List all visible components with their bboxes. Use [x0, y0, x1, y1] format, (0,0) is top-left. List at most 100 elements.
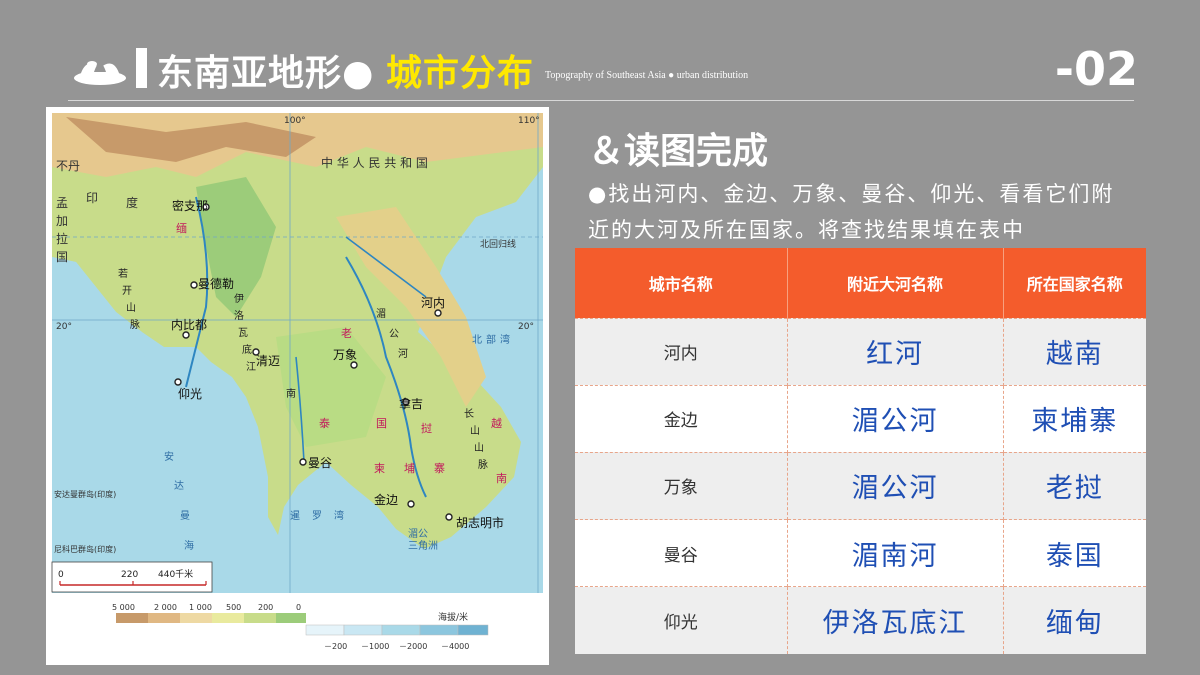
city-label-chiang-mai: 清迈 — [256, 354, 280, 368]
southeast-asia-map: 中 华 人 民 共 和 国 不丹 印 度 孟 加 拉 国 缅 泰 国 老 挝 越… — [46, 107, 549, 665]
range-label-8: 脉 — [478, 458, 488, 471]
graticule-20-right: 20° — [518, 322, 534, 332]
city-marker-vientiane — [350, 361, 358, 369]
map-label-bhutan: 不丹 — [56, 159, 80, 173]
range-label-1: 若 — [118, 267, 128, 280]
city-label-naypyidaw: 内比都 — [171, 318, 207, 332]
legend-swatch-11 — [457, 624, 489, 636]
city-marker-ho-chi-minh — [445, 513, 453, 521]
slide-title: 东南亚地形● — [157, 53, 375, 94]
table-row: 仰光 伊洛瓦底江 缅甸 — [575, 586, 1146, 654]
title-accent-bar — [136, 48, 147, 88]
cell-country: 缅甸 — [1003, 586, 1146, 654]
legend-land-500: 500 — [226, 603, 241, 612]
task-instructions: ●找出河内、金边、万象、曼谷、仰光、看看它们附近的大河及所在国家。将查找结果填在… — [588, 182, 1115, 242]
slide-title-highlight: 城市分布 — [386, 53, 535, 94]
gulf-label-4: 北 — [472, 334, 482, 346]
gulf-label-6: 湾 — [500, 333, 510, 346]
sea-label-3: 曼 — [180, 510, 190, 522]
legend-swatch-8 — [343, 624, 383, 636]
cell-country: 老挝 — [1003, 451, 1146, 520]
river-label-8: 公 — [389, 329, 399, 340]
map-label-india-1: 印 — [86, 191, 98, 205]
city-marker-bangkok — [299, 458, 307, 466]
map-label-thailand-2: 国 — [376, 417, 387, 430]
range-label-4: 脉 — [130, 318, 140, 331]
legend-land-2000: 2 000 — [154, 603, 177, 612]
cell-country: 柬埔寨 — [1003, 384, 1146, 453]
city-marker-mandalay — [190, 281, 198, 289]
legend-swatch-10 — [419, 624, 459, 636]
map-label-myanmar: 缅 — [176, 221, 187, 235]
map-label-thailand-1: 泰 — [319, 416, 330, 430]
map-label-india-2: 度 — [126, 195, 138, 210]
gulf-label-1: 暹 — [290, 510, 300, 522]
city-label-ho-chi-minh: 胡志明市 — [456, 515, 504, 530]
map-label-bangladesh-2: 加 — [56, 214, 68, 228]
legend-land-5000: 5 000 — [112, 603, 135, 612]
delta-label-1: 湄公 — [408, 528, 428, 540]
cell-country: 越南 — [1003, 317, 1146, 386]
legend-swatch-7 — [305, 624, 345, 636]
legend-sea-4000: －4000 — [441, 642, 469, 651]
slide-subtitle: Topography of Southeast Asia ● urban dis… — [545, 70, 749, 81]
map-label-laos-2: 挝 — [421, 421, 432, 435]
legend-land-1000: 1 000 — [189, 603, 212, 612]
river-label-7: 湄 — [376, 308, 386, 320]
city-label-mandalay: 曼德勒 — [198, 276, 234, 291]
header-river: 附近大河名称 — [787, 248, 1004, 318]
river-label-4: 底 — [242, 343, 252, 356]
scale-label-0: 0 — [58, 570, 64, 580]
city-label-yangon: 仰光 — [178, 386, 202, 401]
map-label-cambodia-1: 柬 — [374, 462, 385, 475]
table-row: 河内 红河 越南 — [575, 317, 1146, 386]
slide-header: 东南亚地形● 城市分布 Topography of Southeast Asia… — [0, 0, 1200, 110]
city-label-phnom-penh: 金边 — [374, 492, 398, 507]
sea-label-2: 达 — [174, 480, 184, 492]
table-row: 万象 湄公河 老挝 — [575, 451, 1146, 520]
river-label-3: 瓦 — [238, 328, 248, 339]
river-label-1: 伊 — [234, 293, 244, 305]
city-label-vientiane: 万象 — [333, 348, 357, 362]
sea-label-1: 安 — [164, 450, 174, 463]
river-label-2: 洛 — [234, 309, 244, 322]
delta-label-2: 三角洲 — [408, 540, 438, 552]
river-label-5: 江 — [246, 361, 256, 373]
legend-title: 海拔/米 — [438, 611, 468, 623]
map-label-vietnam-1: 越 — [491, 416, 502, 430]
map-label-china: 中 华 人 民 共 和 国 — [321, 155, 428, 170]
cell-country: 泰国 — [1003, 519, 1146, 587]
header-country: 所在国家名称 — [1003, 248, 1146, 318]
legend-swatch-6 — [276, 613, 306, 623]
range-label-7: 山 — [474, 442, 484, 454]
legend-sea-2000: －2000 — [399, 642, 427, 651]
legend-sea-1000: －1000 — [361, 642, 389, 651]
legend-land-0: 0 — [296, 603, 301, 612]
range-label-5: 长 — [464, 408, 474, 420]
cell-city: 河内 — [575, 317, 788, 386]
range-label-2: 开 — [122, 286, 132, 297]
city-label-bangkok: 曼谷 — [308, 456, 332, 470]
tropic-label: 北回归线 — [480, 238, 516, 250]
map-label-bangladesh-4: 国 — [56, 250, 68, 264]
city-label-hanoi: 河内 — [421, 296, 445, 310]
cell-river: 湄南河 — [787, 519, 1004, 587]
island-label-nicobar: 尼科巴群岛(印度) — [54, 544, 116, 554]
cell-city: 曼谷 — [575, 519, 788, 587]
task-title: ＆读图完成 — [588, 131, 769, 172]
city-marker-hanoi — [434, 309, 442, 317]
scale-label-220: 220 — [121, 570, 138, 580]
city-marker-naypyidaw — [182, 331, 190, 339]
range-label-3: 山 — [126, 302, 136, 314]
map-label-vietnam-2: 南 — [496, 472, 507, 485]
legend-swatch-3 — [180, 613, 212, 623]
graticule-100-top: 100° — [284, 116, 306, 126]
island-label-andaman: 安达曼群岛(印度) — [54, 489, 116, 499]
results-table: 城市名称 附近大河名称 所在国家名称 河内 红河 越南 金边 湄公河 柬埔寨 万… — [575, 248, 1146, 654]
cell-city: 仰光 — [575, 586, 788, 654]
map-label-cambodia-3: 寨 — [434, 461, 445, 475]
cell-river: 湄公河 — [787, 384, 1004, 453]
city-marker-phnom-penh — [407, 500, 415, 508]
city-label-thakhek: 拿吉 — [399, 396, 423, 411]
cell-river: 湄公河 — [787, 451, 1004, 520]
